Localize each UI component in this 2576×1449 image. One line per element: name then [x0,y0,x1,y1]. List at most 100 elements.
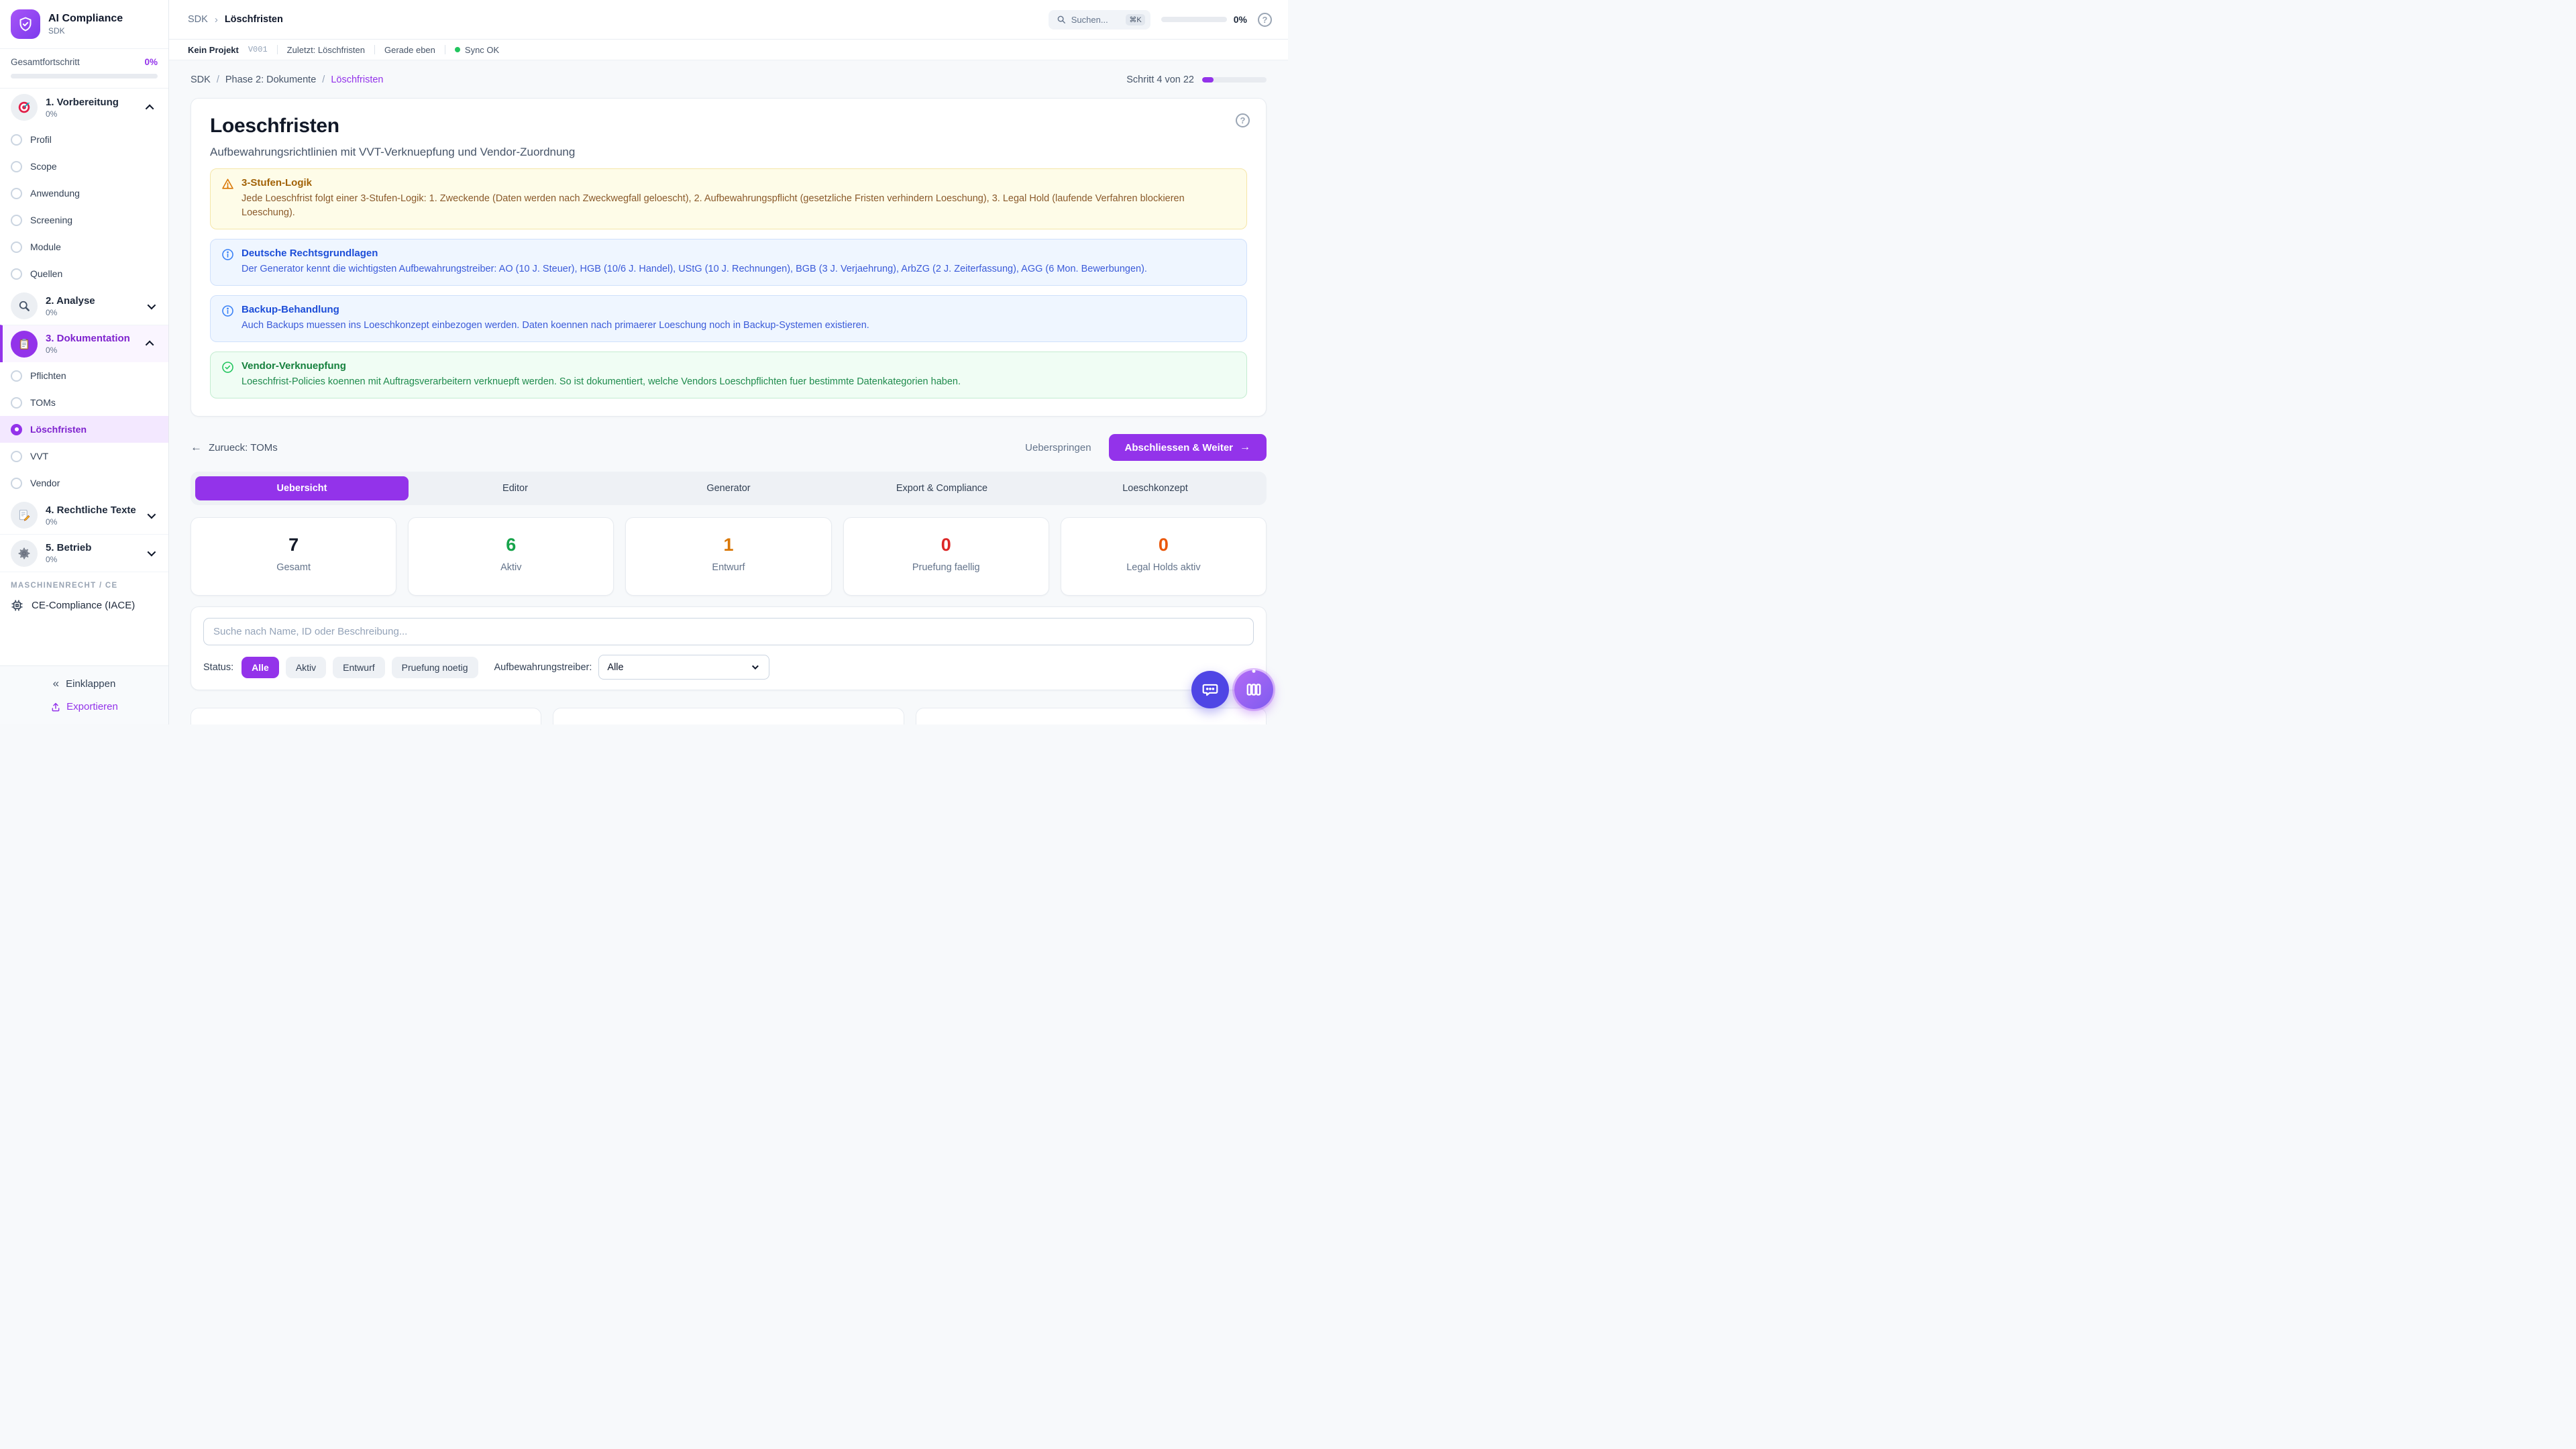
page-content: SDK / Phase 2: Dokumente / Löschfristen … [169,60,1288,724]
tab-export-compliance[interactable]: Export & Compliance [835,476,1049,500]
status-filter-alle[interactable]: Alle [241,657,279,678]
sidebar-nav: 1. Vorbereitung 0% Profil Scope Anwendun… [0,89,168,665]
sidebar-item-vvt[interactable]: VVT [0,443,168,470]
overall-progress: Gesamtfortschritt 0% [0,49,168,89]
columns-icon [1245,681,1263,698]
complete-and-next-button[interactable]: Abschliessen & Weiter → [1109,434,1267,461]
sidebar-section-betrieb[interactable]: 5. Betrieb 0% [0,534,168,572]
chevron-down-icon [752,663,759,669]
machine-section-label: MASCHINENRECHT / CE [0,572,168,594]
step-help-icon[interactable]: ? [1236,113,1250,127]
back-button[interactable]: ← Zurueck: TOMs [191,441,278,454]
gear-icon [11,540,38,567]
keyboard-shortcut-badge: ⌘K [1126,14,1144,25]
sidebar-section-rechtliche-texte[interactable]: 4. Rechtliche Texte 0% [0,496,168,534]
driver-select[interactable]: Alle [598,655,769,680]
sidebar-item-vendor[interactable]: Vendor [0,470,168,496]
last-saved-time: Gerade eben [384,45,435,55]
step-status-circle-icon [11,134,22,146]
step-status-circle-icon [11,215,22,226]
section-percent: 0% [46,308,140,317]
search-placeholder: Suchen... [1071,15,1121,25]
collapse-sidebar-button[interactable]: « Einklappen [53,677,116,690]
info-circle-icon [221,248,234,261]
project-status: Kein Projekt [188,45,239,55]
chevron-up-icon [146,341,154,350]
page-breadcrumb-root[interactable]: SDK [191,74,211,85]
skip-button[interactable]: Ueberspringen [1025,442,1091,453]
overall-progress-label: Gesamtfortschritt [11,57,80,67]
stat-gesamt: 7 Gesamt [191,517,396,596]
step-status-circle-icon [11,424,22,435]
section-label: 2. Analyse [46,295,140,307]
help-icon[interactable]: ? [1258,13,1272,27]
sidebar-item-scope[interactable]: Scope [0,153,168,180]
policy-cards-row [191,708,1267,724]
version-badge: V001 [248,45,268,54]
sidebar-item-screening[interactable]: Screening [0,207,168,233]
sidebar-footer: « Einklappen Exportieren [0,665,168,724]
wizard-navigation: ← Zurueck: TOMs Ueberspringen Abschliess… [191,434,1267,461]
stat-pruefung-faellig: 0 Pruefung faellig [843,517,1049,596]
tab-editor[interactable]: Editor [409,476,622,500]
notice-3-stufen-logik: 3-Stufen-Logik Jede Loeschfrist folgt ei… [210,168,1247,229]
chevron-up-icon [146,104,154,113]
header-progress-value: 0% [1234,14,1247,25]
step-progress-track [1202,77,1267,83]
search-icon [1057,15,1066,24]
tab-loeschkonzept[interactable]: Loeschkonzept [1049,476,1262,500]
notice-backup-behandlung: Backup-Behandlung Auch Backups muessen i… [210,295,1247,342]
chat-fab-button[interactable] [1191,671,1229,708]
page-subtitle: Aufbewahrungsrichtlinien mit VVT-Verknue… [210,146,1247,159]
step-status-circle-icon [11,478,22,489]
section-percent: 0% [46,109,140,119]
tab-uebersicht[interactable]: Uebersicht [195,476,409,500]
top-header: SDK › Löschfristen Suchen... ⌘K 0% ? [169,0,1288,40]
step-status-circle-icon [11,370,22,382]
page-breadcrumb-phase[interactable]: Phase 2: Dokumente [225,74,316,85]
sidebar-section-dokumentation[interactable]: 3. Dokumentation 0% [0,325,168,362]
sidebar-item-loeschfristen[interactable]: Löschfristen [0,416,168,443]
sidebar-item-quellen[interactable]: Quellen [0,260,168,287]
filter-row: Status: Alle Aktiv Entwurf Pruefung noet… [203,655,1254,680]
chat-bubble-icon [1201,681,1219,698]
status-filter-entwurf[interactable]: Entwurf [333,657,384,678]
status-bar: Kein Projekt V001 Zuletzt: Löschfristen … [169,40,1288,60]
arrow-right-icon: → [1240,441,1250,453]
step-hero-card: ? Loeschfristen Aufbewahrungsrichtlinien… [191,98,1267,417]
columns-fab-button[interactable] [1234,670,1273,709]
tab-generator[interactable]: Generator [622,476,835,500]
export-button[interactable]: Exportieren [50,701,118,712]
stat-aktiv: 6 Aktiv [408,517,614,596]
step-indicator: Schritt 4 von 22 [1126,74,1267,85]
sidebar-item-module[interactable]: Module [0,233,168,260]
sidebar-item-ce-compliance[interactable]: CE-Compliance (IACE) [0,594,168,620]
breadcrumb: SDK › Löschfristen [188,14,283,25]
breadcrumb-root[interactable]: SDK [188,14,208,25]
sync-status: Sync OK [455,45,499,55]
step-status-circle-icon [11,268,22,280]
global-search-button[interactable]: Suchen... ⌘K [1049,10,1150,30]
policy-card-stub [916,708,1267,724]
breadcrumb-current: Löschfristen [225,14,283,25]
status-filter-pruefung-noetig[interactable]: Pruefung noetig [392,657,478,678]
last-step-label: Zuletzt: Löschfristen [287,45,365,55]
memo-icon [11,502,38,529]
page-breadcrumb: SDK / Phase 2: Dokumente / Löschfristen [191,74,384,85]
page-bar: SDK / Phase 2: Dokumente / Löschfristen … [191,68,1267,91]
arrow-left-icon: ← [191,441,202,454]
chevron-down-icon [148,548,156,557]
sidebar-section-vorbereitung[interactable]: 1. Vorbereitung 0% [0,89,168,126]
sidebar-item-toms[interactable]: TOMs [0,389,168,416]
sidebar-section-analyse[interactable]: 2. Analyse 0% [0,287,168,325]
section-percent: 0% [46,555,140,564]
chevron-down-icon [148,301,156,309]
sidebar-item-anwendung[interactable]: Anwendung [0,180,168,207]
status-filter-aktiv[interactable]: Aktiv [286,657,326,678]
policy-search-input[interactable] [203,618,1254,645]
stat-entwurf: 1 Entwurf [625,517,831,596]
header-progress: 0% [1161,14,1247,25]
sidebar-item-pflichten[interactable]: Pflichten [0,362,168,389]
app-root: AI Compliance SDK Gesamtfortschritt 0% 1… [0,0,1288,724]
sidebar-item-profil[interactable]: Profil [0,126,168,153]
